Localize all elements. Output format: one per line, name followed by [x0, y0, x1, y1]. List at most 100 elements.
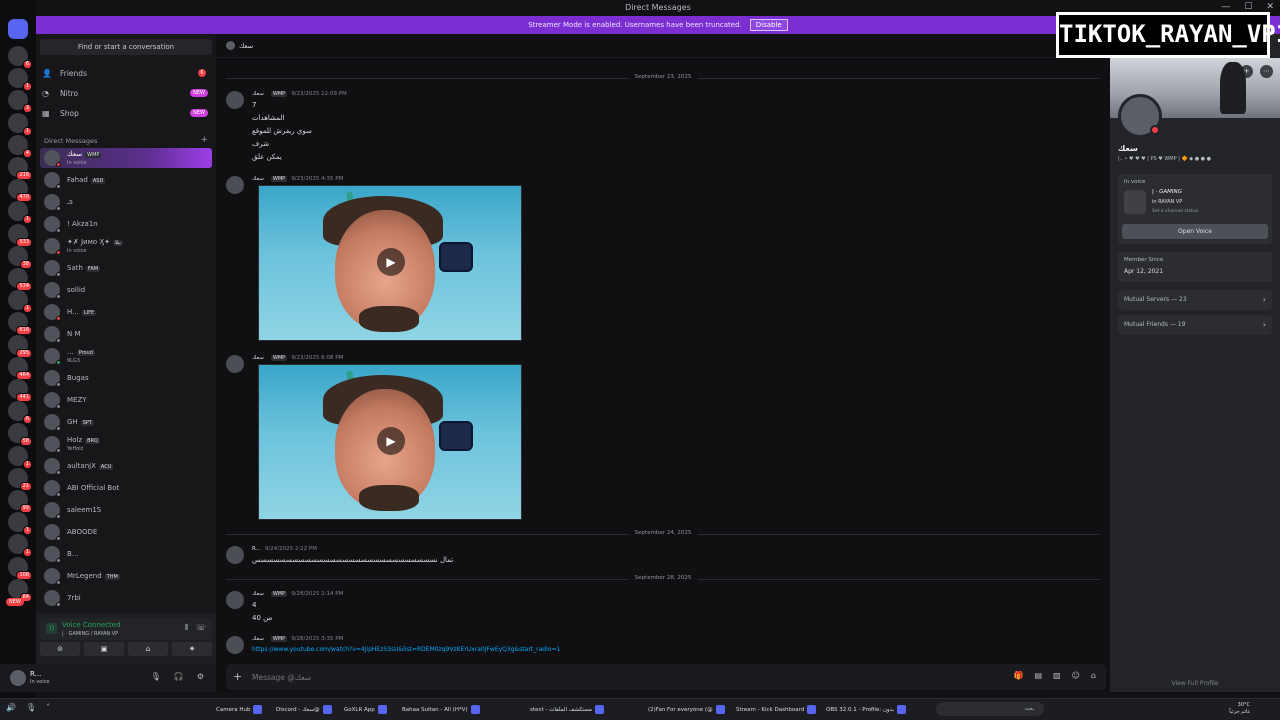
more-options-icon[interactable]: ⋯: [1260, 65, 1273, 78]
message-author[interactable]: سعك: [252, 176, 264, 182]
soundboard-button[interactable]: ✷: [172, 642, 212, 656]
taskbar-app[interactable]: Bahaa Sultan - All (H*V): [402, 705, 480, 714]
server-icon[interactable]: 533: [8, 223, 32, 247]
message-author[interactable]: سعك: [252, 91, 264, 97]
create-dm-icon[interactable]: +: [200, 135, 208, 145]
dm-item[interactable]: MEZY: [40, 390, 212, 410]
apps-icon[interactable]: ⌂: [1091, 671, 1096, 680]
server-icon[interactable]: 1: [8, 445, 32, 469]
server-icon[interactable]: 1: [8, 201, 32, 225]
video-attachment[interactable]: ▶: [258, 185, 522, 341]
dm-item[interactable]: aultanjX ACU: [40, 456, 212, 476]
disable-streamer-mode-button[interactable]: Disable: [749, 19, 788, 31]
server-icon[interactable]: 6: [8, 46, 32, 69]
taskbar-app[interactable]: stext - مستكشف الملفات: [530, 705, 604, 714]
microphone-icon[interactable]: 🎙: [151, 672, 161, 681]
video-attachment[interactable]: ▶: [258, 364, 522, 520]
message-author[interactable]: R...: [252, 546, 261, 552]
play-icon[interactable]: ▶: [377, 427, 405, 455]
server-icon[interactable]: 4: [8, 134, 32, 158]
server-icon[interactable]: 1: [8, 290, 32, 314]
gift-icon[interactable]: 🎁: [1013, 671, 1023, 680]
nav-nitro[interactable]: ◔ Nitro NEW: [42, 85, 212, 101]
message-author[interactable]: سعك: [252, 636, 264, 642]
message-input[interactable]: [252, 670, 852, 684]
server-icon[interactable]: 534: [8, 268, 32, 291]
dm-item[interactable]: ABOODE: [40, 522, 212, 542]
dm-item[interactable]: B...: [40, 544, 212, 564]
server-icon[interactable]: 3: [8, 90, 32, 114]
server-icon[interactable]: 216: [8, 157, 32, 180]
dm-item[interactable]: H... LIFE: [40, 302, 212, 322]
maximize-icon[interactable]: ☐: [1244, 2, 1252, 12]
server-icon[interactable]: 1: [8, 112, 32, 136]
dm-item[interactable]: ... Proud 9LG3: [40, 346, 212, 366]
play-icon[interactable]: ▶: [377, 248, 405, 276]
find-conversation-button[interactable]: Find or start a conversation: [40, 39, 212, 55]
settings-gear-icon[interactable]: ⚙: [197, 672, 204, 681]
taskbar-app[interactable]: Camera Hub: [216, 705, 263, 714]
dm-item[interactable]: GH SPT: [40, 412, 212, 432]
dm-item[interactable]: ABI Official Bot: [40, 478, 212, 498]
dm-item[interactable]: Holz BRQ YeHolz: [40, 434, 212, 454]
dm-item[interactable]: N M: [40, 324, 212, 344]
dm-item[interactable]: سعك WMP In voice: [40, 148, 212, 168]
server-icon[interactable]: 6: [8, 401, 32, 425]
mutual-friends-row[interactable]: Mutual Friends — 19 ›: [1118, 315, 1272, 335]
emoji-icon[interactable]: ☺: [1072, 671, 1080, 680]
close-icon[interactable]: ✕: [1266, 2, 1274, 12]
view-full-profile-link[interactable]: View Full Profile: [1110, 680, 1280, 687]
set-channel-status[interactable]: Set a channel status: [1152, 209, 1198, 214]
gif-icon[interactable]: ▤: [1034, 671, 1042, 680]
server-icon[interactable]: 84: [8, 578, 32, 602]
dm-item[interactable]: ! Akza1n: [40, 214, 212, 234]
dm-item[interactable]: Fahad ASD: [40, 170, 212, 190]
message-avatar[interactable]: [226, 355, 244, 373]
nav-friends[interactable]: 👤 Friends 6: [42, 65, 212, 81]
dm-item[interactable]: 7rbi: [40, 588, 212, 608]
taskbar-search[interactable]: بحث: [936, 702, 1044, 716]
microphone-icon[interactable]: 🎙: [26, 703, 36, 712]
server-icon[interactable]: 99: [8, 490, 32, 513]
youtube-link[interactable]: https://www.youtube.com/watch?v=4JipHEzS…: [252, 646, 560, 653]
dm-item[interactable]: MrLegend THM: [40, 566, 212, 586]
dm-item[interactable]: Sath FAM: [40, 258, 212, 278]
dm-item[interactable]: saleem1S: [40, 500, 212, 520]
speaker-icon[interactable]: 🔊: [6, 703, 16, 712]
minimize-icon[interactable]: —: [1221, 2, 1230, 12]
open-voice-button[interactable]: Open Voice: [1122, 224, 1268, 239]
noise-suppression-icon[interactable]: ⦀: [184, 623, 188, 633]
add-friend-icon[interactable]: +: [1240, 65, 1253, 78]
server-icon[interactable]: 441: [8, 379, 32, 402]
activities-button[interactable]: ⌂: [128, 642, 168, 656]
profile-avatar[interactable]: [1118, 94, 1162, 138]
disconnect-icon[interactable]: ☏: [196, 623, 206, 633]
server-icon[interactable]: 464: [8, 356, 32, 380]
server-icon[interactable]: 1: [8, 534, 32, 558]
headphones-icon[interactable]: 🎧: [174, 672, 184, 681]
message-author[interactable]: سعك: [252, 355, 264, 361]
taskbar-app[interactable]: Discord - سعك@: [276, 705, 332, 714]
message-avatar[interactable]: [226, 176, 244, 194]
server-icon[interactable]: 108: [8, 556, 32, 580]
camera-off-button[interactable]: ⊘: [40, 642, 80, 656]
server-icon[interactable]: 470: [8, 179, 32, 203]
taskbar-app[interactable]: GoXLR App: [344, 705, 387, 714]
server-icon[interactable]: 1: [8, 512, 32, 536]
taskbar-app[interactable]: (2)Fan For everyone (@: [648, 705, 725, 714]
server-icon[interactable]: 58: [8, 423, 32, 447]
message-avatar[interactable]: [226, 636, 244, 654]
message-avatar[interactable]: [226, 546, 244, 564]
server-icon[interactable]: 1: [8, 68, 32, 92]
server-icon[interactable]: 38: [8, 245, 32, 269]
add-attachment-icon[interactable]: +: [233, 670, 242, 683]
mutual-servers-row[interactable]: Mutual Servers — 23 ›: [1118, 290, 1272, 310]
server-icon[interactable]: 21: [8, 467, 32, 491]
server-icon[interactable]: 616: [8, 312, 32, 336]
dm-item[interactable]: ـs: [40, 192, 212, 212]
server-icon[interactable]: 295: [8, 334, 32, 358]
screen-share-button[interactable]: ▣: [84, 642, 124, 656]
chevron-up-icon[interactable]: ˄: [46, 703, 50, 712]
sticker-icon[interactable]: ▧: [1053, 671, 1061, 680]
taskbar-app[interactable]: Stream - Kick Dashboard: [736, 705, 817, 714]
